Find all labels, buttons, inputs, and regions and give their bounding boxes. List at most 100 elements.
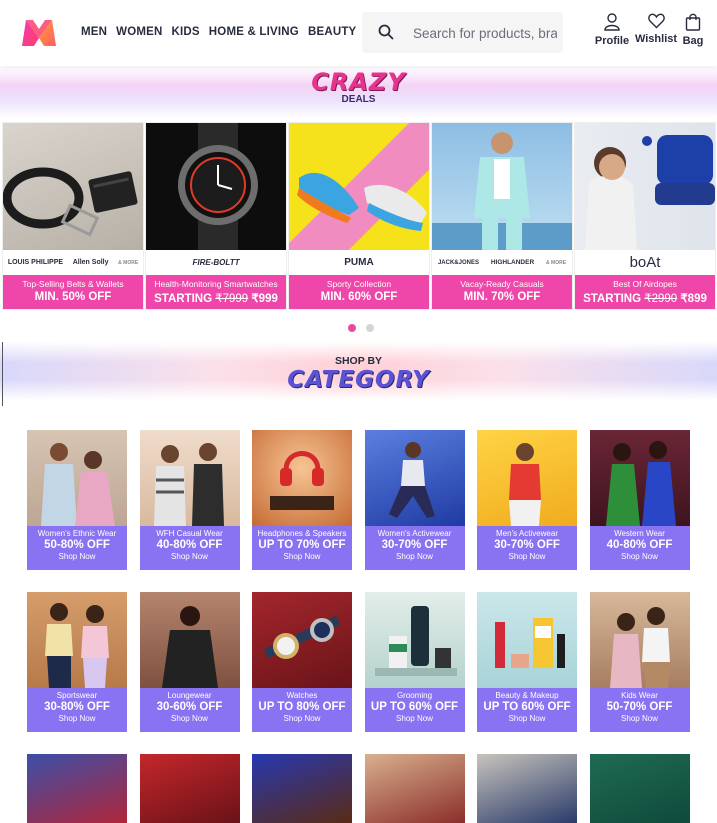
category-image	[477, 592, 577, 688]
category-name: WFH Casual Wear	[156, 529, 223, 538]
category-label: Men's Activewear 30-70% OFF Shop Now	[477, 526, 577, 570]
shop-now-link[interactable]: Shop Now	[140, 552, 240, 561]
category-image	[589, 754, 690, 823]
category-card-loungewear[interactable]: Loungewear 30-60% OFF Shop Now	[139, 592, 240, 732]
brand-allen-solly: Allen Solly	[72, 259, 109, 266]
shop-now-link[interactable]: Shop Now	[252, 714, 352, 723]
category-card-headphones[interactable]: Headphones & Speakers UP TO 70% OFF Shop…	[252, 430, 352, 570]
shop-now-link[interactable]: Shop Now	[140, 714, 240, 723]
deal-strip: Best Of Airdopes STARTING ₹2990 ₹899	[575, 275, 715, 309]
bag-label: Bag	[682, 35, 704, 47]
deal-caption: Vacay-Ready Casuals	[460, 279, 544, 289]
deal-card-belts-wallets[interactable]: LOUIS PHILIPPE Allen Solly & MORE Top-Se…	[2, 122, 144, 310]
brand-puma: PUMA	[344, 257, 374, 268]
shop-now-link[interactable]: Shop Now	[252, 552, 352, 561]
profile-button[interactable]: Profile	[594, 13, 630, 47]
category-name: Loungewear	[167, 691, 212, 700]
shop-now-link[interactable]: Shop Now	[365, 552, 465, 561]
category-offer: UP TO 60% OFF	[370, 701, 459, 713]
category-card-mens-active[interactable]: Men's Activewear 30-70% OFF Shop Now	[477, 430, 577, 570]
category-card-womens-ethnic[interactable]: Women's Ethnic Wear 50-80% OFF Shop Now	[27, 430, 127, 570]
brand-more: & MORE	[546, 259, 567, 266]
crazy-deals-heading: CRAZY	[311, 68, 406, 96]
deal-brands: FIRE-BOLTT	[146, 250, 286, 275]
category-image	[364, 430, 465, 526]
search-box[interactable]	[362, 12, 563, 53]
category-image	[27, 754, 127, 823]
category-name: Beauty & Makeup	[495, 691, 559, 700]
crazy-deals-title: CRAZY DEALS	[0, 68, 717, 105]
category-label: Headphones & Speakers UP TO 70% OFF Shop…	[252, 526, 352, 570]
category-name: Western Wear	[614, 529, 665, 538]
category-label: Loungewear 30-60% OFF Shop Now	[139, 688, 240, 732]
nav-women[interactable]: WOMEN	[116, 26, 162, 38]
nav-beauty[interactable]: BEAUTY	[308, 26, 356, 38]
shop-now-link[interactable]: Shop Now	[365, 714, 465, 723]
carousel-dot-1[interactable]	[348, 324, 356, 332]
bag-button[interactable]: Bag	[681, 13, 705, 47]
shop-now-link[interactable]: Shop Now	[477, 552, 577, 561]
category-card-partial-1[interactable]	[27, 754, 127, 823]
category-card-beauty[interactable]: Beauty & Makeup UP TO 60% OFF Shop Now	[477, 592, 577, 732]
shop-now-link[interactable]: Shop Now	[590, 714, 690, 723]
category-label: Women's Ethnic Wear 50-80% OFF Shop Now	[27, 526, 127, 570]
deal-card-sporty[interactable]: PUMA Sporty Collection MIN. 60% OFF	[288, 122, 430, 310]
deal-card-casuals[interactable]: JACK&JONES HIGHLANDER & MORE Vacay-Ready…	[431, 122, 573, 310]
deal-brands: LOUIS PHILIPPE Allen Solly & MORE	[3, 250, 143, 275]
category-card-watches[interactable]: Watches UP TO 80% OFF Shop Now	[252, 592, 352, 732]
category-card-partial-6[interactable]	[589, 754, 690, 823]
category-image	[364, 592, 465, 688]
category-card-kids[interactable]: Kids Wear 50-70% OFF Shop Now	[589, 592, 690, 732]
brand-fire-boltt: FIRE-BOLTT	[192, 258, 240, 267]
category-grid: Women's Ethnic Wear 50-80% OFF Shop Now …	[27, 430, 692, 732]
crazy-deals-subheading: DEALS	[341, 94, 376, 105]
category-card-western[interactable]: Western Wear 40-80% OFF Shop Now	[589, 430, 690, 570]
wishlist-button[interactable]: Wishlist	[634, 13, 678, 45]
nav-home-living[interactable]: HOME & LIVING	[209, 26, 299, 38]
deal-card-airdopes[interactable]: boAt Best Of Airdopes STARTING ₹2990 ₹89…	[574, 122, 716, 310]
category-name: Women's Activewear	[377, 529, 452, 538]
category-card-wfh-casual[interactable]: WFH Casual Wear 40-80% OFF Shop Now	[139, 430, 240, 570]
carousel-dots	[348, 324, 374, 332]
deal-brands: JACK&JONES HIGHLANDER & MORE	[432, 250, 572, 275]
category-offer: 30-70% OFF	[381, 539, 448, 551]
shop-now-link[interactable]: Shop Now	[477, 714, 577, 723]
category-card-grooming[interactable]: Grooming UP TO 60% OFF Shop Now	[364, 592, 465, 732]
carousel-dot-2[interactable]	[366, 324, 374, 332]
brand-more: & MORE	[118, 259, 139, 266]
category-offer: 40-80% OFF	[156, 539, 223, 551]
deal-strip: Health-Monitoring Smartwatches STARTING …	[146, 275, 286, 309]
category-label: Grooming UP TO 60% OFF Shop Now	[364, 688, 465, 732]
search-input[interactable]	[413, 22, 557, 44]
profile-label: Profile	[594, 35, 630, 47]
nav-kids[interactable]: KIDS	[172, 26, 200, 38]
category-card-partial-3[interactable]	[252, 754, 352, 823]
category-label: Beauty & Makeup UP TO 60% OFF Shop Now	[477, 688, 577, 732]
shop-now-link[interactable]: Shop Now	[27, 552, 127, 561]
deal-caption: Sporty Collection	[326, 279, 392, 289]
shop-now-link[interactable]: Shop Now	[27, 714, 127, 723]
myntra-logo-icon[interactable]	[20, 16, 58, 48]
category-card-partial-5[interactable]	[477, 754, 577, 823]
category-image	[477, 430, 577, 526]
category-name: Men's Activewear	[496, 529, 558, 538]
brand-boat: boAt	[629, 254, 661, 271]
belts-wallets-image	[3, 123, 143, 250]
deal-offer: MIN. 50% OFF	[34, 291, 112, 303]
category-card-partial-4[interactable]	[364, 754, 465, 823]
deal-card-smartwatches[interactable]: FIRE-BOLTT Health-Monitoring Smartwatche…	[145, 122, 287, 310]
category-card-partial-2[interactable]	[139, 754, 240, 823]
category-name: Grooming	[396, 691, 433, 700]
category-image	[139, 430, 240, 526]
category-heading: CATEGORY	[287, 367, 430, 393]
search-icon[interactable]	[378, 24, 394, 40]
category-card-womens-active[interactable]: Women's Activewear 30-70% OFF Shop Now	[364, 430, 465, 570]
nav-men[interactable]: MEN	[81, 26, 107, 38]
category-image	[589, 592, 690, 688]
category-offer: 50-80% OFF	[44, 539, 110, 551]
deal-offer: MIN. 60% OFF	[320, 291, 398, 303]
category-name: Headphones & Speakers	[257, 529, 347, 538]
category-card-sportswear[interactable]: Sportswear 30-80% OFF Shop Now	[27, 592, 127, 732]
shop-now-link[interactable]: Shop Now	[590, 552, 690, 561]
deal-caption: Best Of Airdopes	[613, 279, 677, 289]
